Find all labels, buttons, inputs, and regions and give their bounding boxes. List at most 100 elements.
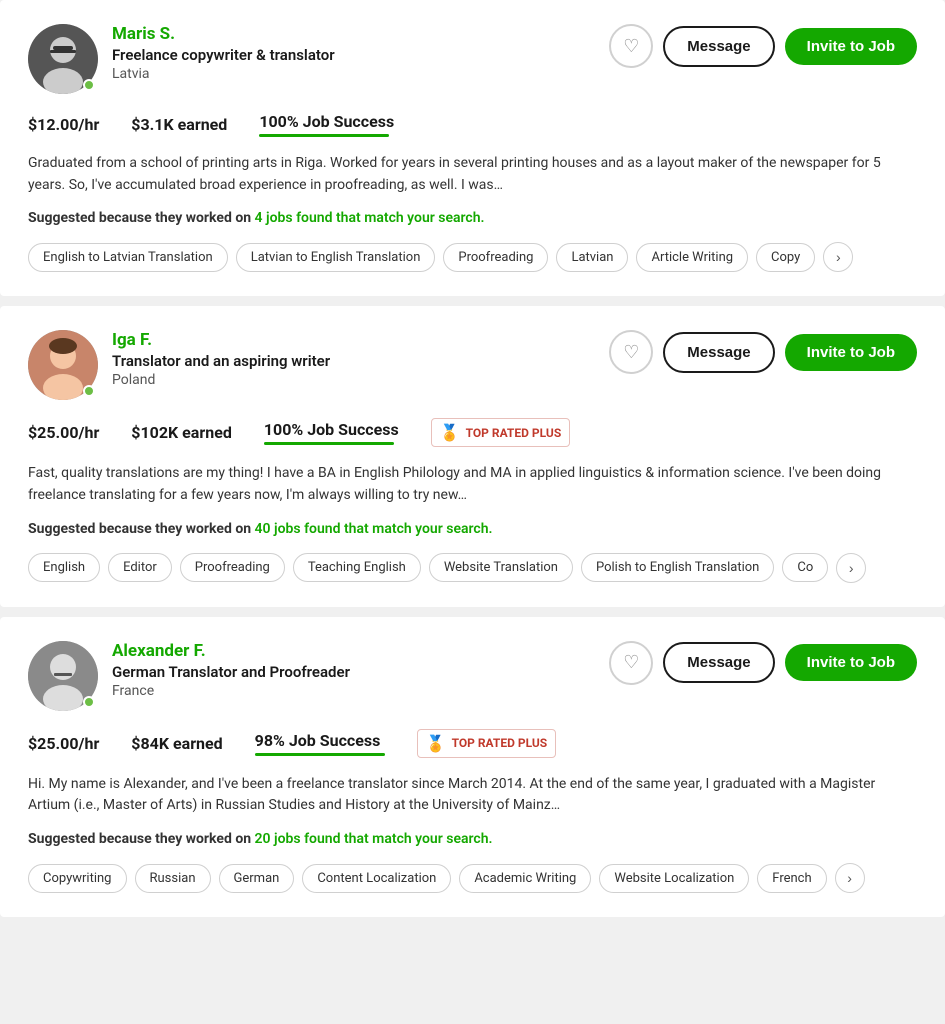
stats-row: $25.00/hr $84K earned 98% Job Success 🏅 … xyxy=(28,729,917,758)
skill-tag[interactable]: German xyxy=(219,864,295,893)
suggested-text: Suggested because they worked on 4 jobs … xyxy=(28,210,917,226)
card-actions: ♡ Message Invite to Job xyxy=(609,24,917,68)
suggested-link[interactable]: 4 jobs found that match your search. xyxy=(255,210,485,226)
profile-title: Freelance copywriter & translator xyxy=(112,46,335,64)
stats-row: $12.00/hr $3.1K earned 100% Job Success xyxy=(28,112,917,137)
job-success-label: 100% Job Success xyxy=(264,420,399,439)
rate-value: $12.00/hr xyxy=(28,115,99,134)
profile-location: France xyxy=(112,683,350,699)
skill-tag[interactable]: English to Latvian Translation xyxy=(28,243,228,272)
skill-tag[interactable]: Academic Writing xyxy=(459,864,591,893)
card-actions: ♡ Message Invite to Job xyxy=(609,330,917,374)
profile-location: Latvia xyxy=(112,66,335,82)
skill-tag[interactable]: Editor xyxy=(108,553,172,582)
profile-name: Alexander F. xyxy=(112,641,350,661)
message-button[interactable]: Message xyxy=(663,26,774,67)
avatar-wrap xyxy=(28,24,98,94)
card-header: Alexander F. German Translator and Proof… xyxy=(28,641,917,711)
profile-name: Iga F. xyxy=(112,330,330,350)
skill-tag[interactable]: Latvian xyxy=(556,243,628,272)
profile-left: Maris S. Freelance copywriter & translat… xyxy=(28,24,335,94)
earned-value: $102K earned xyxy=(131,423,232,442)
invite-to-job-button[interactable]: Invite to Job xyxy=(785,334,917,371)
skill-tag[interactable]: English xyxy=(28,553,100,582)
profile-left: Alexander F. German Translator and Proof… xyxy=(28,641,350,711)
suggested-text: Suggested because they worked on 40 jobs… xyxy=(28,521,917,537)
invite-to-job-button[interactable]: Invite to Job xyxy=(785,644,917,681)
top-rated-icon: 🏅 xyxy=(426,734,446,753)
job-success-stat: 100% Job Success xyxy=(264,420,399,445)
card-header: Maris S. Freelance copywriter & translat… xyxy=(28,24,917,94)
skill-tag[interactable]: Content Localization xyxy=(302,864,451,893)
rate-stat: $25.00/hr xyxy=(28,423,99,442)
suggested-text: Suggested because they worked on 20 jobs… xyxy=(28,831,917,847)
earned-stat: $84K earned xyxy=(131,734,222,753)
card-header: Iga F. Translator and an aspiring writer… xyxy=(28,330,917,400)
message-button[interactable]: Message xyxy=(663,332,774,373)
online-indicator xyxy=(83,79,95,91)
suggested-link[interactable]: 40 jobs found that match your search. xyxy=(255,521,493,537)
top-rated-label: TOP RATED PLUS xyxy=(466,426,562,440)
skill-tag[interactable]: French xyxy=(757,864,826,893)
profile-info: Maris S. Freelance copywriter & translat… xyxy=(112,24,335,82)
freelancer-card-iga: Iga F. Translator and an aspiring writer… xyxy=(0,306,945,606)
job-success-label: 98% Job Success xyxy=(255,731,381,750)
job-success-label: 100% Job Success xyxy=(259,112,394,131)
favorite-button[interactable]: ♡ xyxy=(609,641,653,685)
favorite-button[interactable]: ♡ xyxy=(609,24,653,68)
online-indicator xyxy=(83,696,95,708)
skills-row: Copywriting Russian GermanContent Localiza… xyxy=(28,863,917,893)
avatar-wrap xyxy=(28,330,98,400)
skill-tag[interactable]: Latvian to English Translation xyxy=(236,243,436,272)
bio-text: Hi. My name is Alexander, and I've been … xyxy=(28,774,917,817)
skill-tag[interactable]: Website Translation xyxy=(429,553,573,582)
invite-to-job-button[interactable]: Invite to Job xyxy=(785,28,917,65)
top-rated-icon: 🏅 xyxy=(440,423,460,442)
skill-tag[interactable]: Russian xyxy=(135,864,211,893)
rate-value: $25.00/hr xyxy=(28,423,99,442)
job-success-bar xyxy=(264,442,394,445)
top-rated-label: TOP RATED PLUS xyxy=(452,736,548,750)
top-rated-badge: 🏅 TOP RATED PLUS xyxy=(417,729,557,758)
scroll-right-button[interactable]: › xyxy=(835,863,865,893)
profile-left: Iga F. Translator and an aspiring writer… xyxy=(28,330,330,400)
scroll-right-button[interactable]: › xyxy=(823,242,853,272)
skill-tag[interactable]: Website Localization xyxy=(599,864,749,893)
skill-tag[interactable]: Teaching English xyxy=(293,553,421,582)
skill-tag[interactable]: Polish to English Translation xyxy=(581,553,774,582)
bio-text: Graduated from a school of printing arts… xyxy=(28,153,917,196)
skill-tag[interactable]: Copywriting xyxy=(28,864,127,893)
suggested-link[interactable]: 20 jobs found that match your search. xyxy=(255,831,493,847)
skill-tag[interactable]: Proofreading xyxy=(443,243,548,272)
freelancer-card-maris: Maris S. Freelance copywriter & translat… xyxy=(0,0,945,296)
avatar-wrap xyxy=(28,641,98,711)
rate-stat: $25.00/hr xyxy=(28,734,99,753)
freelancer-card-alexander: Alexander F. German Translator and Proof… xyxy=(0,617,945,917)
earned-value: $3.1K earned xyxy=(131,115,227,134)
profile-name: Maris S. xyxy=(112,24,335,44)
skill-tag[interactable]: Article Writing xyxy=(636,243,748,272)
job-success-stat: 98% Job Success xyxy=(255,731,385,756)
skill-tag[interactable]: Co xyxy=(782,553,828,582)
skill-tag[interactable]: Copy xyxy=(756,243,815,272)
skill-tag[interactable]: Proofreading xyxy=(180,553,285,582)
rate-value: $25.00/hr xyxy=(28,734,99,753)
profile-title: Translator and an aspiring writer xyxy=(112,352,330,370)
bio-text: Fast, quality translations are my thing!… xyxy=(28,463,917,506)
earned-stat: $102K earned xyxy=(131,423,232,442)
card-actions: ♡ Message Invite to Job xyxy=(609,641,917,685)
rate-stat: $12.00/hr xyxy=(28,115,99,134)
profile-info: Iga F. Translator and an aspiring writer… xyxy=(112,330,330,388)
job-success-bar xyxy=(255,753,385,756)
job-success-stat: 100% Job Success xyxy=(259,112,394,137)
earned-stat: $3.1K earned xyxy=(131,115,227,134)
online-indicator xyxy=(83,385,95,397)
stats-row: $25.00/hr $102K earned 100% Job Success … xyxy=(28,418,917,447)
profile-title: German Translator and Proofreader xyxy=(112,663,350,681)
earned-value: $84K earned xyxy=(131,734,222,753)
profile-info: Alexander F. German Translator and Proof… xyxy=(112,641,350,699)
scroll-right-button[interactable]: › xyxy=(836,553,866,583)
job-success-bar xyxy=(259,134,389,137)
favorite-button[interactable]: ♡ xyxy=(609,330,653,374)
message-button[interactable]: Message xyxy=(663,642,774,683)
